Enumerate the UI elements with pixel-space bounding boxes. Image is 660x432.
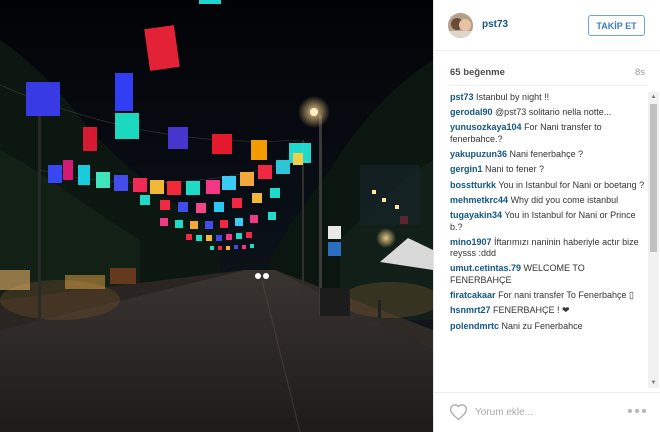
- comment-username[interactable]: tugayakin34: [450, 210, 502, 220]
- comment-item: gerodal90 @pst73 solitario nella notte..…: [450, 107, 646, 119]
- comment-text: For nani transfer To Fenerbahçe ▯: [498, 290, 634, 301]
- comment-item: bosstturkk You in Istanbul for Nani or b…: [450, 180, 646, 192]
- post-photo: [0, 0, 433, 432]
- comment-text: You in Istanbul for Nani or boetang ?: [498, 179, 645, 190]
- comment-text: Nani to fener ?: [485, 164, 545, 175]
- comment-text: @pst73 solitario nella notte...: [495, 107, 612, 118]
- comment-item: polendmrtc Nani zu Fenerbahce: [450, 321, 646, 333]
- comment-item: gergin1 Nani to fener ?: [450, 164, 646, 176]
- likes-count[interactable]: 65 beğenme: [450, 67, 505, 78]
- heart-icon[interactable]: [449, 403, 468, 421]
- comment-text: Nani fenerbahçe ?: [509, 149, 584, 160]
- comment-item: mehmetkrc44 Why did you come istanbul: [450, 195, 646, 207]
- post-sidebar: pst73 TAKİP ET 65 beğenme 8s pst73 Istan…: [433, 0, 660, 432]
- post-stats: 65 beğenme 8s: [434, 62, 660, 84]
- dot: [628, 409, 632, 413]
- comment-text: FENERBAHÇE ! ❤: [493, 305, 570, 316]
- comment-username[interactable]: yakupuzun36: [450, 149, 507, 159]
- scroll-up-arrow-icon[interactable]: ▲: [648, 92, 659, 102]
- comment-item: firatcakaar For nani transfer To Fenerba…: [450, 290, 646, 302]
- comment-username[interactable]: gergin1: [450, 164, 483, 174]
- follow-button[interactable]: TAKİP ET: [588, 15, 645, 36]
- comment-username[interactable]: pst73: [450, 92, 474, 102]
- username-link[interactable]: pst73: [482, 19, 508, 30]
- dot: [635, 409, 639, 413]
- comment-username[interactable]: mino1907: [450, 237, 492, 247]
- comment-item: hsnmrt27 FENERBAHÇE ! ❤: [450, 305, 646, 317]
- avatar[interactable]: [448, 13, 473, 38]
- more-options-icon[interactable]: [628, 409, 646, 415]
- comment-item: yakupuzun36 Nani fenerbahçe ?: [450, 149, 646, 161]
- dot: [642, 409, 646, 413]
- comment-username[interactable]: gerodal90: [450, 107, 493, 117]
- scroll-down-arrow-icon[interactable]: ▼: [648, 378, 659, 388]
- comment-item: yunusozkaya104 For Nani transfer to fene…: [450, 122, 646, 145]
- comment-username[interactable]: bosstturkk: [450, 180, 496, 190]
- comment-text: Istanbul by night !!: [476, 92, 550, 102]
- comment-item: umut.cetintas.79 WELCOME TO FENERBAHÇE: [450, 263, 646, 286]
- comment-item: tugayakin34 You in Istanbul for Nani or …: [450, 210, 646, 233]
- comment-text: Nani zu Fenerbahce: [501, 320, 583, 331]
- comment-username[interactable]: umut.cetintas.79: [450, 263, 521, 273]
- comment-username[interactable]: polendmrtc: [450, 321, 499, 331]
- comment-text: Why did you come istanbul: [510, 194, 619, 205]
- divider: [448, 85, 648, 86]
- night-street-image: [0, 0, 433, 432]
- scrollbar-thumb[interactable]: [650, 104, 657, 252]
- post-timestamp[interactable]: 8s: [635, 67, 645, 78]
- post-actions: [434, 392, 660, 432]
- comment-username[interactable]: yunusozkaya104: [450, 122, 522, 132]
- comment-item: pst73 Istanbul by night !!: [450, 92, 646, 104]
- comment-item: mino1907 İftarımızı naninin haberiyle ac…: [450, 237, 646, 260]
- post-header: pst73 TAKİP ET: [434, 0, 660, 51]
- comment-username[interactable]: firatcakaar: [450, 290, 496, 300]
- comment-username[interactable]: hsnmrt27: [450, 305, 491, 315]
- comments-list[interactable]: pst73 Istanbul by night !! gerodal90 @ps…: [450, 92, 646, 388]
- comment-input[interactable]: [475, 404, 615, 420]
- comment-username[interactable]: mehmetkrc44: [450, 195, 508, 205]
- comments-scrollbar[interactable]: ▲ ▼: [648, 92, 659, 388]
- avatar-image: [448, 13, 473, 38]
